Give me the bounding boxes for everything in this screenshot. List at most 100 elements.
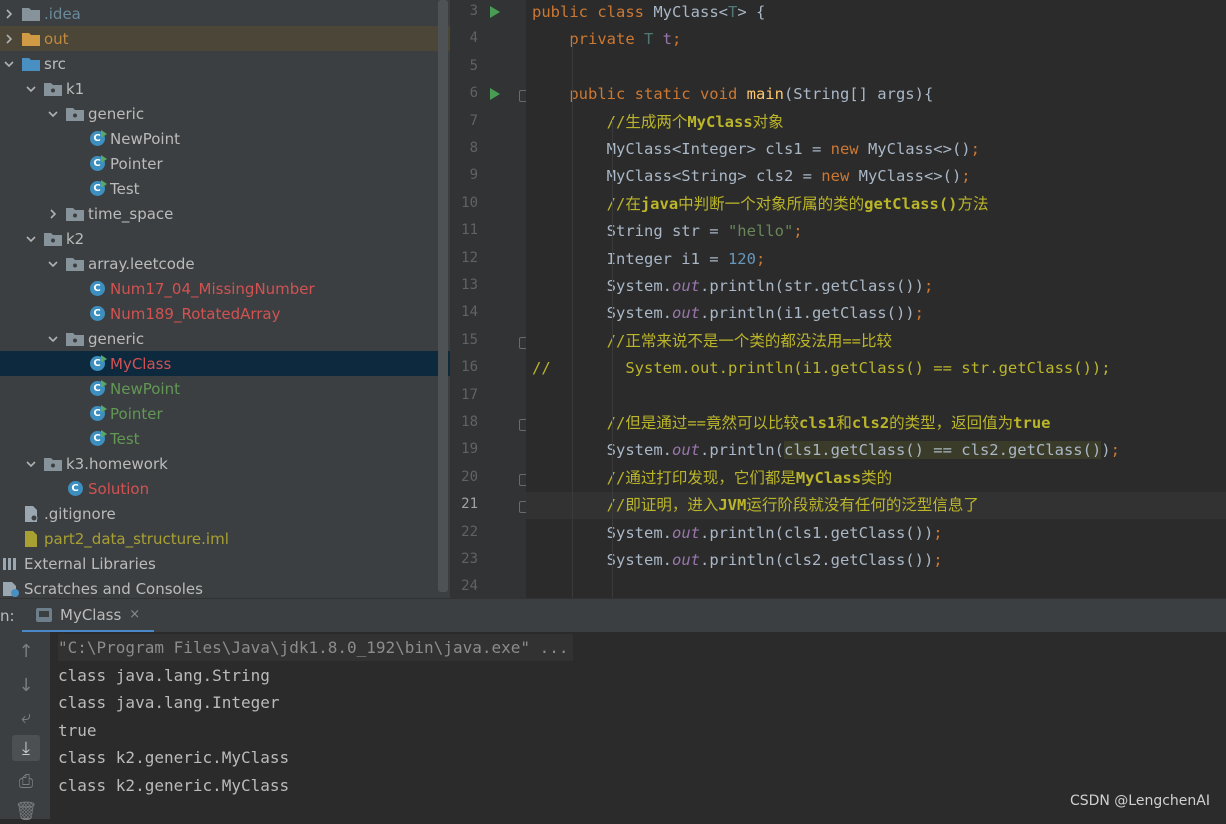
tree-item-newpoint[interactable]: C NewPoint	[0, 376, 450, 401]
code-line[interactable]: System.out.println(cls1.getClass() == cl…	[526, 437, 1226, 464]
chevron-down-icon[interactable]	[46, 332, 60, 346]
runnable-class-icon: C	[88, 405, 107, 423]
soft-wrap-icon[interactable]: ⤶	[12, 704, 40, 730]
scroll-to-end-icon[interactable]: ⤓	[12, 735, 40, 761]
code-line[interactable]: private T t;	[526, 26, 1226, 53]
code-line[interactable]: //但是通过==竟然可以比较cls1和cls2的类型，返回值为true	[526, 410, 1226, 437]
line-number: 22	[461, 523, 478, 540]
tree-item-time-space[interactable]: time_space	[0, 201, 450, 226]
code-line[interactable]: // System.out.println(i1.getClass() == s…	[526, 355, 1226, 382]
code-line[interactable]: MyClass<Integer> cls1 = new MyClass<>();	[526, 136, 1226, 163]
chevron-down-icon[interactable]	[24, 82, 38, 96]
print-icon[interactable]: ⎙	[12, 768, 40, 794]
package-icon	[44, 230, 62, 248]
code-line[interactable]: //即证明，进入JVM运行阶段就没有任何的泛型信息了	[526, 492, 1226, 520]
line-number: 5	[469, 57, 478, 74]
run-tab-myclass[interactable]: MyClass ×	[22, 599, 155, 633]
tree-item-pointer[interactable]: C Pointer	[0, 151, 450, 176]
tree-item-newpoint[interactable]: C NewPoint	[0, 126, 450, 151]
tree-item-solution[interactable]: C Solution	[0, 476, 450, 501]
chevron-down-icon[interactable]	[24, 232, 38, 246]
tree-item-label: Num17_04_MissingNumber	[110, 279, 315, 298]
tree-item-k1[interactable]: k1	[0, 76, 450, 101]
code-line[interactable]: System.out.println(i1.getClass());	[526, 300, 1226, 327]
line-number: 6	[469, 85, 478, 102]
chevron-down-icon[interactable]	[24, 457, 38, 471]
tree-item-k2[interactable]: k2	[0, 226, 450, 251]
libraries-icon	[2, 555, 20, 573]
scroll-up-icon[interactable]: ↑	[12, 638, 40, 664]
tree-item-generic[interactable]: generic	[0, 101, 450, 126]
tree-item-src[interactable]: src	[0, 51, 450, 76]
source-folder-icon	[22, 55, 40, 73]
runnable-class-icon: C	[88, 155, 107, 173]
console-output[interactable]: "C:\Program Files\Java\jdk1.8.0_192\bin\…	[50, 632, 1226, 819]
code-line[interactable]: System.out.println(cls2.getClass());	[526, 547, 1226, 574]
code-line[interactable]: String str = "hello";	[526, 218, 1226, 245]
chevron-down-icon[interactable]	[2, 57, 16, 71]
code-line[interactable]: //生成两个MyClass对象	[526, 109, 1226, 136]
tree-item-generic[interactable]: generic	[0, 326, 450, 351]
tree-item-test[interactable]: C Test	[0, 426, 450, 451]
run-gutter-icon[interactable]	[490, 6, 500, 18]
code-editor[interactable]: public class MyClass<T> { private T t; p…	[526, 0, 1226, 598]
chevron-right-icon[interactable]	[2, 32, 16, 46]
tree-item-label: Solution	[88, 479, 150, 498]
code-line[interactable]	[526, 574, 1226, 598]
code-line[interactable]: public static void main(String[] args){	[526, 81, 1226, 108]
indent-guide	[572, 38, 573, 598]
tree-item-external-libraries[interactable]: External Libraries	[0, 551, 450, 576]
line-number: 10	[461, 194, 478, 211]
close-icon[interactable]: ×	[129, 607, 140, 622]
chevron-right-icon[interactable]	[2, 7, 16, 21]
tree-item-k3-homework[interactable]: k3.homework	[0, 451, 450, 476]
chevron-right-icon[interactable]	[46, 207, 60, 221]
scratches-icon	[2, 580, 20, 598]
code-line[interactable]: MyClass<String> cls2 = new MyClass<>();	[526, 163, 1226, 190]
code-line[interactable]: Integer i1 = 120;	[526, 246, 1226, 273]
tree-item-label: External Libraries	[24, 554, 156, 573]
line-number: 3	[469, 3, 478, 19]
tree-item-pointer[interactable]: C Pointer	[0, 401, 450, 426]
project-tree[interactable]: .idea out src k1 generic C NewPoint C Pointer C Te…	[0, 0, 450, 598]
trash-icon[interactable]: 🗑	[12, 798, 40, 824]
code-line[interactable]: System.out.println(cls1.getClass());	[526, 520, 1226, 547]
tree-scrollbar[interactable]	[438, 0, 448, 592]
run-gutter-icon[interactable]	[490, 88, 500, 101]
code-line[interactable]: //通过打印发现，它们都是MyClass类的	[526, 465, 1226, 492]
code-line[interactable]: public class MyClass<T> {	[526, 0, 1226, 26]
tree-item-scratches-and-consoles[interactable]: Scratches and Consoles	[0, 576, 450, 598]
code-line[interactable]: System.out.println(str.getClass());	[526, 273, 1226, 300]
indent-guide	[612, 120, 613, 598]
runnable-class-icon: C	[88, 355, 107, 373]
code-line[interactable]	[526, 383, 1226, 410]
tree-item-array-leetcode[interactable]: array.leetcode	[0, 251, 450, 276]
tree-item-num17-04-missingnumber[interactable]: C Num17_04_MissingNumber	[0, 276, 450, 301]
tree-item-out[interactable]: out	[0, 26, 450, 51]
code-line[interactable]: //在java中判断一个对象所属的类的getClass()方法	[526, 191, 1226, 218]
tree-item-num189-rotatedarray[interactable]: C Num189_RotatedArray	[0, 301, 450, 326]
editor-gutter: 3 4 5 6 7 8 9 10 11 12 13 14 15 16 17 18 19 20 21 22 23 24	[450, 0, 529, 598]
code-line[interactable]: //正常来说不是一个类的都没法用==比较	[526, 328, 1226, 355]
scroll-down-icon[interactable]: ↓	[12, 672, 40, 698]
tree-item-label: generic	[88, 104, 145, 123]
tree-item-label: time_space	[88, 204, 174, 223]
tree-item-test[interactable]: C Test	[0, 176, 450, 201]
chevron-down-icon[interactable]	[46, 257, 60, 271]
tree-item--idea[interactable]: .idea	[0, 1, 450, 26]
chevron-down-icon[interactable]	[46, 107, 60, 121]
tree-item-label: k3.homework	[66, 454, 168, 473]
tree-item--gitignore[interactable]: .gitignore	[0, 501, 450, 526]
tree-item-myclass[interactable]: C MyClass	[0, 351, 450, 376]
tree-item-label: part2_data_structure.iml	[44, 529, 229, 548]
runnable-class-icon: C	[88, 180, 107, 198]
code-line[interactable]	[526, 54, 1226, 81]
tree-item-part2-data-structure-iml[interactable]: part2_data_structure.iml	[0, 526, 450, 551]
line-number: 4	[469, 30, 478, 47]
line-number: 13	[461, 277, 478, 293]
package-icon	[44, 455, 62, 473]
